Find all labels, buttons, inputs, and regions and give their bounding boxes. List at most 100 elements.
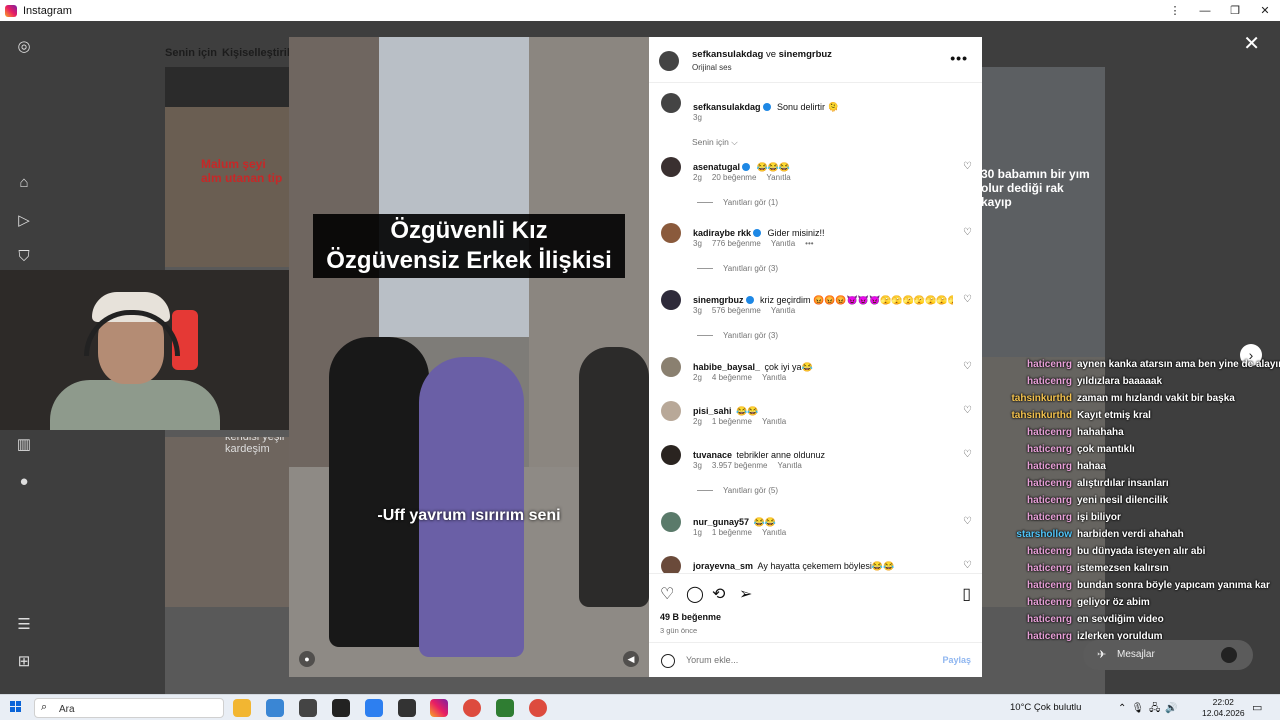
view-replies-button[interactable]: Yanıtları gör (5): [697, 486, 778, 495]
avatar[interactable]: [661, 512, 681, 532]
more-options-icon[interactable]: •••: [950, 50, 968, 66]
like-comment-icon[interactable]: ♡: [963, 560, 972, 571]
comment-likes[interactable]: 776 beğenme: [712, 239, 761, 248]
reply-button[interactable]: Yanıtla: [771, 239, 795, 248]
comment-icon[interactable]: ◯: [686, 584, 704, 604]
maximize-button[interactable]: ❐: [1220, 0, 1250, 21]
audio-label[interactable]: Orijinal ses: [692, 63, 732, 72]
store-icon[interactable]: [299, 699, 317, 717]
avatar[interactable]: [661, 223, 681, 243]
like-comment-icon[interactable]: ♡: [963, 227, 972, 238]
comment-user[interactable]: nur_gunay57: [693, 517, 749, 527]
app-icon[interactable]: [496, 699, 514, 717]
share-icon[interactable]: ➢: [739, 584, 752, 604]
reply-button[interactable]: Yanıtla: [766, 173, 790, 182]
close-window-button[interactable]: ✕: [1250, 0, 1280, 21]
tab-personalized[interactable]: Kişiselleştirilm: [222, 47, 300, 59]
reply-button[interactable]: Yanıtla: [762, 528, 786, 537]
avatar[interactable]: [659, 51, 679, 71]
comment-user[interactable]: tuvanace: [693, 450, 732, 460]
weather-widget[interactable]: 10°C Çok bulutlu: [1010, 702, 1081, 713]
sort-dropdown[interactable]: Senin için ⌵: [692, 137, 738, 148]
comment-likes[interactable]: 576 beğenme: [712, 306, 761, 315]
file-explorer-icon[interactable]: [233, 699, 251, 717]
post-authors[interactable]: sefkansulakdag ve sinemgrbuz: [692, 49, 832, 60]
taskbar-search[interactable]: ⌕ Ara: [34, 698, 224, 718]
comment-likes[interactable]: 3.957 beğenme: [712, 461, 768, 470]
mute-icon[interactable]: ◀: [623, 651, 639, 667]
chat-line: haticenrg çok mantıklı: [1000, 444, 1135, 455]
instagram-taskbar-icon[interactable]: [430, 699, 448, 717]
author-2[interactable]: sinemgrbuz: [779, 49, 832, 60]
comment-likes[interactable]: 20 beğenme: [712, 173, 756, 182]
like-comment-icon[interactable]: ♡: [963, 294, 972, 305]
view-replies-button[interactable]: Yanıtları gör (3): [697, 331, 778, 340]
reply-button[interactable]: Yanıtla: [762, 417, 786, 426]
bg-card-text: 30 babamın bir yım olur dediği rak kayıp: [981, 167, 1090, 209]
window-menu-button[interactable]: ⋮: [1160, 0, 1190, 21]
messages-button[interactable]: ✈ Mesajlar: [1083, 640, 1253, 670]
like-comment-icon[interactable]: ♡: [963, 449, 972, 460]
comment-likes[interactable]: 1 beğenme: [712, 528, 752, 537]
reply-button[interactable]: Yanıtla: [771, 306, 795, 315]
avatar[interactable]: [661, 445, 681, 465]
tagged-user-icon[interactable]: ●: [299, 651, 315, 667]
view-replies-button[interactable]: Yanıtları gör (1): [697, 198, 778, 207]
comment-more-icon[interactable]: •••: [805, 239, 813, 248]
comment-user[interactable]: kadiraybe rkk: [693, 228, 751, 238]
like-comment-icon[interactable]: ♡: [963, 405, 972, 416]
likes-count[interactable]: 49 B beğenme: [660, 612, 721, 622]
app-icon[interactable]: [365, 699, 383, 717]
comment-user[interactable]: jorayevna_sm: [693, 561, 753, 571]
post-comment-button[interactable]: Paylaş: [942, 655, 971, 665]
app-icon[interactable]: [332, 699, 350, 717]
start-icon[interactable]: [10, 701, 22, 713]
like-icon[interactable]: ♡: [660, 584, 674, 604]
close-icon[interactable]: ✕: [1243, 31, 1260, 56]
obs-icon[interactable]: [398, 699, 416, 717]
author-1[interactable]: sefkansulakdag: [692, 49, 763, 60]
video-caption-line1: Özgüvenli Kız: [390, 217, 548, 244]
app-icon[interactable]: [266, 699, 284, 717]
chrome-icon[interactable]: [463, 699, 481, 717]
menu-icon[interactable]: ☰: [15, 615, 33, 633]
like-comment-icon[interactable]: ♡: [963, 516, 972, 527]
reels-icon[interactable]: ▷: [15, 211, 33, 229]
emoji-icon[interactable]: [661, 654, 675, 668]
comment-input[interactable]: Yorum ekle...: [686, 655, 738, 665]
system-tray-icons[interactable]: ⌃🎙🖧🔊: [1118, 701, 1183, 718]
comment-user[interactable]: habibe_baysal_: [693, 362, 760, 372]
comment-user[interactable]: asenatugal: [693, 162, 740, 172]
explore-icon[interactable]: ⛉: [15, 247, 33, 265]
instagram-icon[interactable]: ◎: [15, 37, 33, 55]
like-comment-icon[interactable]: ♡: [963, 161, 972, 172]
comment-likes[interactable]: 4 beğenme: [712, 373, 752, 382]
like-comment-icon[interactable]: ♡: [963, 361, 972, 372]
reply-button[interactable]: Yanıtla: [778, 461, 802, 470]
avatar[interactable]: [661, 93, 681, 113]
reel-video[interactable]: Özgüvenli Kız Özgüvensiz Erkek İlişkisi …: [289, 37, 649, 677]
view-replies-button[interactable]: Yanıtları gör (3): [697, 264, 778, 273]
more-icon[interactable]: ⊞: [15, 652, 33, 670]
avatar[interactable]: [661, 157, 681, 177]
repost-icon[interactable]: ⟲: [712, 584, 725, 604]
notifications-icon[interactable]: ▭: [1252, 701, 1262, 714]
profile-icon[interactable]: ●: [15, 472, 33, 490]
clock[interactable]: 22:02 12.04.2026: [1202, 697, 1245, 719]
stream-chat-overlay: haticenrg aynen kanka atarsın ama ben yin…: [1000, 359, 1280, 649]
chrome-icon[interactable]: [529, 699, 547, 717]
avatar[interactable]: [661, 357, 681, 377]
tab-for-you[interactable]: Senin için: [165, 47, 217, 59]
reply-button[interactable]: Yanıtla: [762, 373, 786, 382]
bookmark-icon[interactable]: ▯: [962, 584, 971, 604]
caption-user[interactable]: sefkansulakdag: [693, 102, 761, 112]
avatar[interactable]: [661, 401, 681, 421]
avatar[interactable]: [661, 556, 681, 573]
comment-likes[interactable]: 1 beğenme: [712, 417, 752, 426]
minimize-button[interactable]: —: [1190, 0, 1220, 21]
avatar[interactable]: [661, 290, 681, 310]
comment-user[interactable]: sinemgrbuz: [693, 295, 744, 305]
home-icon[interactable]: ⌂: [15, 173, 33, 191]
comment-user[interactable]: pisi_sahi: [693, 406, 732, 416]
stats-icon[interactable]: ▥: [15, 435, 33, 453]
